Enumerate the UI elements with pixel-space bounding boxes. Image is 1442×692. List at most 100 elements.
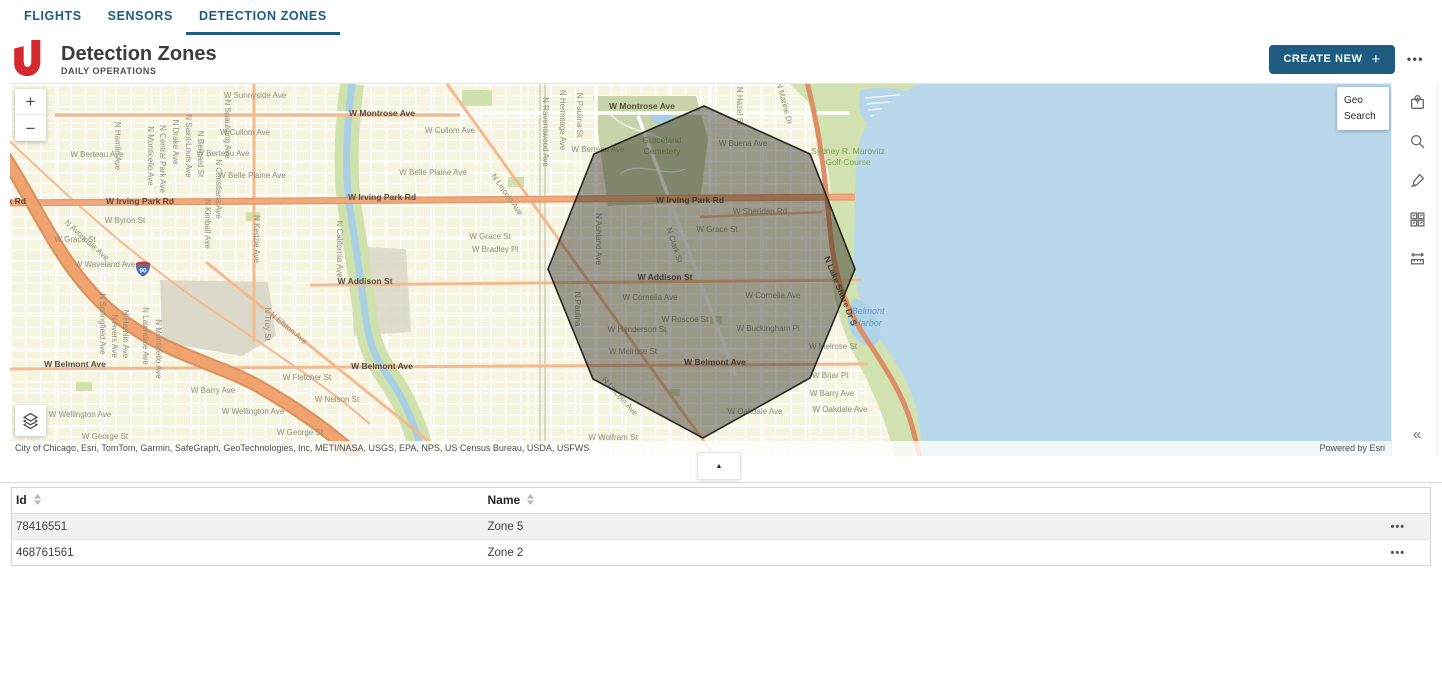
table-row[interactable]: 78416551Zone 5 ••• — [12, 514, 1431, 540]
map-label: W Addison St — [338, 276, 393, 286]
map-label: N Kedzie Ave — [252, 215, 261, 263]
sketch-button[interactable] — [1392, 161, 1442, 200]
zoom-out-button[interactable]: − — [15, 115, 46, 141]
map-label: N Christiana Ave — [214, 159, 223, 219]
basemap-gallery-button[interactable] — [1392, 200, 1442, 239]
measure-icon — [1409, 250, 1426, 267]
map-label: W Belmont Ave — [351, 361, 413, 371]
map-label: W Irving Park Rd — [10, 196, 26, 206]
map-label: N Monticello Ave — [146, 126, 155, 186]
zoom-in-button[interactable]: + — [15, 89, 46, 115]
map-label: W Grace St — [469, 232, 511, 241]
create-new-label: CREATE NEW — [1283, 53, 1362, 65]
map-label: N Springfield Ave — [98, 293, 107, 355]
map-label: W Irving Park Rd — [106, 196, 174, 206]
zone-name-cell: Zone 5 — [484, 514, 1387, 540]
map-side-toolbar: « — [1391, 83, 1442, 456]
map-label: N Lawndale Ave — [141, 307, 150, 365]
row-actions-button[interactable]: ••• — [1391, 521, 1406, 533]
attribution-sources: City of Chicago, Esri, TomTom, Garmin, S… — [10, 441, 1319, 456]
zone-id-cell: 468761561 — [12, 540, 484, 566]
column-header-actions — [1387, 488, 1431, 514]
map-zoom-control: + − — [15, 89, 46, 141]
map-label: N Hamlin Ave — [121, 310, 130, 359]
map-label: W Nelson St — [315, 395, 360, 404]
sort-icon — [34, 494, 41, 508]
map-label: N Ravenswood Ave — [541, 97, 550, 167]
map-label: N California Ave — [335, 220, 344, 278]
map-label: W George St — [277, 428, 324, 437]
map-label: N Monticello Ave — [154, 319, 163, 379]
map-label: N Hamlin Ave — [113, 122, 122, 171]
column-header-id[interactable]: Id — [12, 488, 484, 514]
page-subtitle: DAILY OPERATIONS — [61, 66, 217, 76]
map-label: N Saint-Louis Ave — [184, 114, 193, 178]
map-label: W Byron St — [105, 216, 146, 225]
map-label: N Hermitage Ave — [558, 90, 567, 151]
map-label: W Cullom Ave — [425, 126, 476, 135]
map-label: W Irving Park Rd — [348, 192, 416, 202]
row-actions-button[interactable]: ••• — [1391, 547, 1406, 559]
map-label: W Wellington Ave — [49, 410, 112, 419]
detection-zones-table: Id Name 78416551Zone 5•••468761561Zone 2… — [11, 487, 1431, 566]
map-label: W George St — [82, 432, 129, 441]
tab-sensors[interactable]: SENSORS — [95, 0, 186, 35]
map-label: W Belle Plaine Ave — [218, 171, 286, 180]
map-label: W Bradley Pl — [472, 245, 518, 254]
geo-search-icon — [1409, 94, 1426, 111]
panel-divider: ▲ — [0, 456, 1442, 483]
create-new-button[interactable]: CREATE NEW + — [1269, 45, 1395, 74]
collapse-toolbar-button[interactable]: « — [1392, 422, 1442, 446]
geo-search-button[interactable] — [1392, 83, 1442, 122]
map-label: N Avers Ave — [110, 314, 119, 358]
table-row[interactable]: 468761561Zone 2 ••• — [12, 540, 1431, 566]
map-label: W Oakdale Ave — [813, 405, 869, 414]
map-label: N Central Park Ave — [158, 125, 167, 193]
column-header-name[interactable]: Name — [484, 488, 1387, 514]
measure-button[interactable] — [1392, 239, 1442, 278]
map-label: W Barry Ave — [191, 386, 236, 395]
tab-flights[interactable]: FLIGHTS — [11, 0, 95, 35]
ellipsis-icon: ••• — [1407, 52, 1424, 66]
map-label: W Barry Ave — [810, 389, 855, 398]
zone-id-cell: 78416551 — [12, 514, 484, 540]
map-label: Sydney R. Marovitz — [811, 146, 885, 156]
map-label: N Kimball Ave — [203, 199, 212, 249]
basemap: 90 W Sunnyside Ave W Montrose Ave W Montro… — [10, 84, 1391, 456]
search-button[interactable] — [1392, 122, 1442, 161]
geo-search-tooltip: Geo Search — [1337, 87, 1389, 130]
map-canvas[interactable]: 90 W Sunnyside Ave W Montrose Ave W Montro… — [10, 83, 1391, 456]
chevron-double-left-icon: « — [1413, 426, 1421, 443]
sort-icon — [527, 494, 534, 508]
map-label: N Bernard St — [196, 131, 205, 178]
map-label: W Sunnyside Ave — [224, 91, 287, 100]
tab-detection-zones[interactable]: DETECTION ZONES — [186, 0, 340, 35]
map-label: W Montrose Ave — [609, 101, 675, 111]
search-icon — [1409, 133, 1426, 150]
map-label: N Spaulding Ave — [223, 99, 232, 159]
powered-by-esri: Powered by Esri — [1319, 441, 1391, 456]
map-label: W Montrose Ave — [349, 108, 415, 118]
page-header: Detection Zones DAILY OPERATIONS CREATE … — [0, 35, 1442, 83]
map-label: W Briar Pl — [812, 371, 848, 380]
layers-icon — [22, 412, 39, 429]
plus-icon: + — [1372, 52, 1381, 67]
svg-text:90: 90 — [139, 268, 147, 275]
layers-button[interactable] — [15, 405, 46, 436]
map-label: Golf Course — [825, 157, 871, 167]
chevron-up-icon: ▲ — [716, 463, 723, 470]
pencil-sketch-icon — [1409, 172, 1426, 189]
collapse-panel-button[interactable]: ▲ — [697, 452, 741, 480]
map-label: W Wellington Ave — [222, 407, 285, 416]
more-options-button[interactable]: ••• — [1407, 52, 1424, 66]
map-label: W Fletcher St — [283, 373, 332, 382]
page-title: Detection Zones — [61, 43, 217, 65]
map-label: W Belmont Ave — [44, 359, 106, 369]
map-label: N Paulina St — [575, 93, 584, 138]
basemap-grid-icon — [1409, 211, 1426, 228]
map-label: N Drake Ave — [171, 120, 180, 165]
zone-name-cell: Zone 2 — [484, 540, 1387, 566]
map-label: W Belle Plaine Ave — [399, 168, 467, 177]
tab-bar: FLIGHTSSENSORSDETECTION ZONES — [0, 0, 1442, 35]
app-logo — [10, 39, 45, 77]
